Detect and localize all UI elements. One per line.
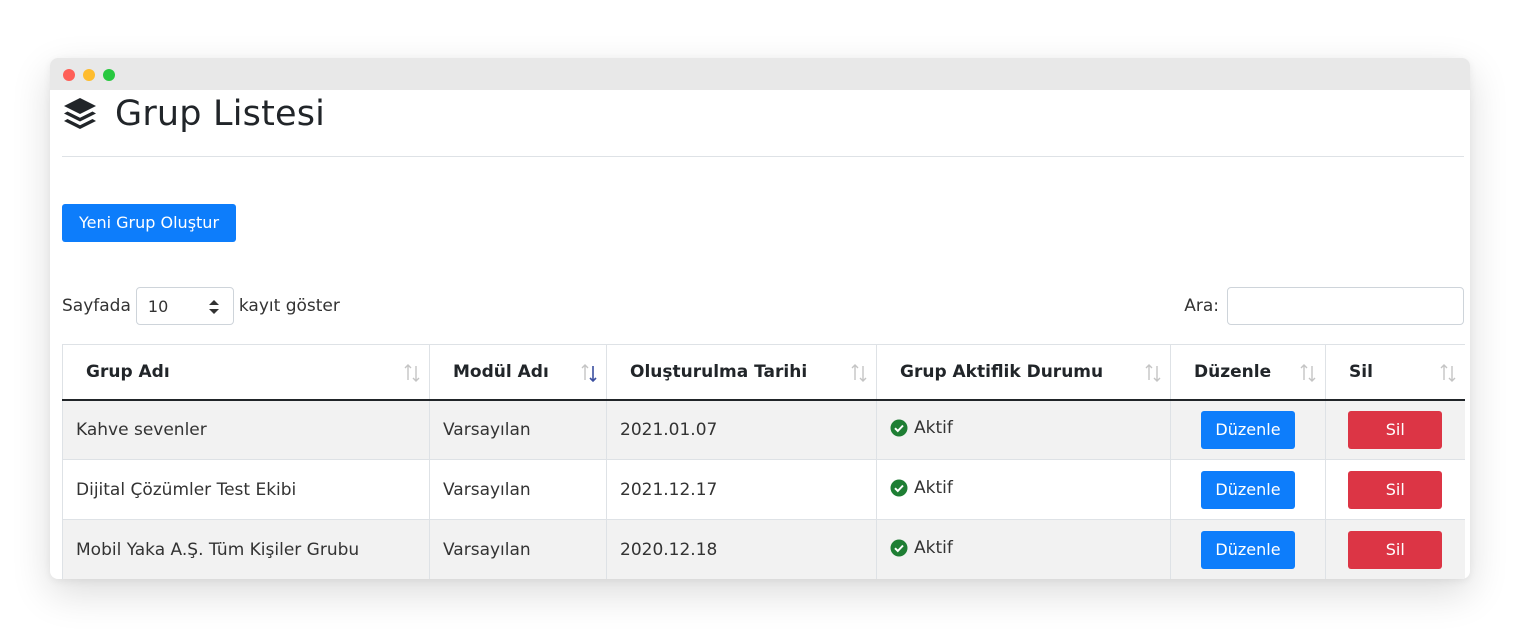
edit-button[interactable]: Düzenle xyxy=(1201,410,1295,449)
table-row: Dijital Çözümler Test Ekibi Varsayılan 2… xyxy=(62,459,1465,520)
group-name-cell: Dijital Çözümler Test Ekibi xyxy=(62,459,430,520)
group-name-cell: Kahve sevenler xyxy=(62,399,430,460)
column-header-module-name[interactable]: Modül Adı xyxy=(429,344,607,401)
column-header-created-date[interactable]: Oluşturulma Tarihi xyxy=(606,344,877,401)
check-circle-icon xyxy=(890,419,908,437)
status-label: Aktif xyxy=(914,537,953,558)
table-header-row: Grup Adı Modül Adı Oluşturulma Tarihi Gr… xyxy=(62,344,1465,401)
check-circle-icon xyxy=(890,479,908,496)
new-group-button[interactable]: Yeni Grup Oluştur xyxy=(62,204,236,242)
maximize-window-dot[interactable] xyxy=(103,69,115,81)
group-table: Grup Adı Modül Adı Oluşturulma Tarihi Gr… xyxy=(62,344,1465,579)
table-row: Kahve sevenler Varsayılan 2021.01.07 Akt… xyxy=(62,399,1465,460)
column-header-status[interactable]: Grup Aktiflik Durumu xyxy=(876,344,1171,401)
select-arrows-icon xyxy=(208,300,219,314)
page-length-control: Sayfada 10 kayıt göster xyxy=(62,287,340,325)
page-length-value: 10 xyxy=(147,297,169,316)
created-date-cell: 2020.12.18 xyxy=(606,519,877,579)
delete-button[interactable]: Sil xyxy=(1348,410,1443,449)
module-cell: Varsayılan xyxy=(429,519,607,579)
edit-cell: Düzenle xyxy=(1170,519,1326,579)
delete-cell: Sil xyxy=(1325,399,1465,460)
length-prefix-label: Sayfada xyxy=(62,296,131,316)
column-header-group-name[interactable]: Grup Adı xyxy=(62,344,430,401)
table-row: Mobil Yaka A.Ş. Tüm Kişiler Grubu Varsay… xyxy=(62,519,1465,579)
status-cell: Aktif xyxy=(876,459,1171,520)
layers-icon xyxy=(64,98,96,129)
status-cell: Aktif xyxy=(876,519,1171,579)
length-suffix-label: kayıt göster xyxy=(238,296,340,316)
search-input[interactable] xyxy=(1227,287,1464,325)
created-date-cell: 2021.12.17 xyxy=(606,459,877,520)
module-cell: Varsayılan xyxy=(429,459,607,520)
delete-cell: Sil xyxy=(1325,459,1465,520)
status-label: Aktif xyxy=(914,477,953,498)
window-titlebar xyxy=(50,58,1470,90)
page-header: Grup Listesi xyxy=(62,90,1464,157)
delete-button[interactable]: Sil xyxy=(1348,530,1443,569)
page-content: Grup Listesi Yeni Grup Oluştur Sayfada 1… xyxy=(50,90,1470,579)
check-circle-icon xyxy=(890,539,908,556)
sort-arrows-icon xyxy=(1300,364,1316,382)
column-header-edit[interactable]: Düzenle xyxy=(1170,344,1326,401)
edit-cell: Düzenle xyxy=(1170,399,1326,460)
minimize-window-dot[interactable] xyxy=(83,69,95,81)
search-label: Ara: xyxy=(1184,296,1219,316)
page-title: Grup Listesi xyxy=(115,94,326,134)
edit-cell: Düzenle xyxy=(1170,459,1326,520)
group-name-cell: Mobil Yaka A.Ş. Tüm Kişiler Grubu xyxy=(62,519,430,579)
sort-descending-icon xyxy=(581,364,597,383)
column-header-delete[interactable]: Sil xyxy=(1325,344,1465,401)
delete-button[interactable]: Sil xyxy=(1348,470,1443,509)
page-length-select[interactable]: 10 xyxy=(135,287,234,325)
delete-cell: Sil xyxy=(1325,519,1465,579)
browser-window: Grup Listesi Yeni Grup Oluştur Sayfada 1… xyxy=(50,58,1470,579)
sort-arrows-icon xyxy=(1440,364,1455,382)
sort-arrows-icon xyxy=(1145,364,1161,382)
created-date-cell: 2021.01.07 xyxy=(606,399,877,460)
status-label: Aktif xyxy=(914,417,953,438)
edit-button[interactable]: Düzenle xyxy=(1201,470,1295,509)
status-cell: Aktif xyxy=(876,399,1171,460)
edit-button[interactable]: Düzenle xyxy=(1201,530,1295,569)
sort-arrows-icon xyxy=(404,364,420,382)
close-window-dot[interactable] xyxy=(63,69,75,81)
search-control: Ara: xyxy=(1184,287,1464,325)
module-cell: Varsayılan xyxy=(429,399,607,460)
sort-arrows-icon xyxy=(851,364,867,382)
